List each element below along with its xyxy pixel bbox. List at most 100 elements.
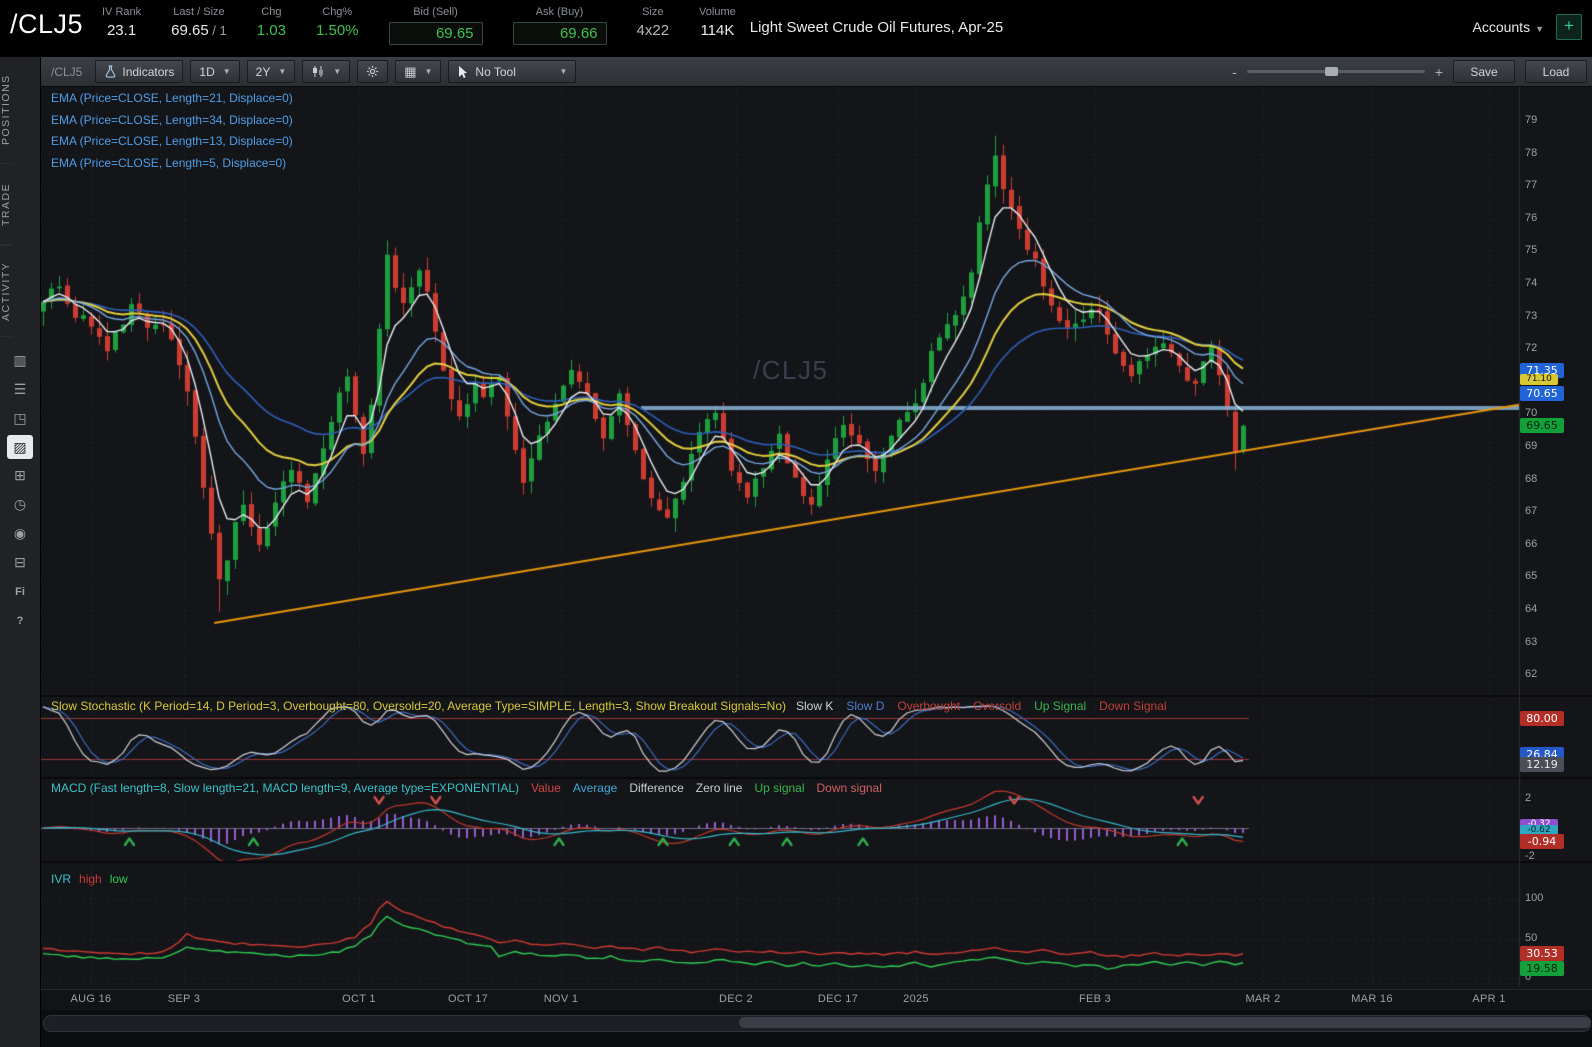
indicators-button[interactable]: Indicators [95, 60, 183, 83]
axis-badge: 80.00 [1520, 711, 1564, 726]
sidebar-tab-activity[interactable]: ACTIVITY [0, 245, 12, 337]
ivr-study-label: IVR [51, 872, 71, 886]
legend-item: Zero line [696, 781, 743, 795]
legend-item: low [110, 872, 128, 886]
legend-item: Difference [629, 781, 683, 795]
chart-scrollbar-thumb[interactable] [739, 1017, 1591, 1028]
stat-value: 1.03 [257, 22, 286, 39]
ivr-tick: 50 [1525, 932, 1537, 944]
sidebar-tab-trade[interactable]: TRADE [0, 164, 12, 245]
price-tick: 69 [1525, 440, 1537, 452]
stat-value: 1.50% [316, 22, 359, 39]
date-tick: DEC 2 [706, 993, 766, 1005]
save-button[interactable]: Save [1453, 60, 1515, 83]
history-clock-icon[interactable]: ◷ [0, 490, 40, 519]
chart-icon[interactable]: ▨ [7, 435, 33, 459]
contract-description: Light Sweet Crude Oil Futures, Apr-25 [750, 0, 1003, 36]
price-tick: 73 [1525, 310, 1537, 322]
ivr-label-row: IVR highlow [51, 872, 128, 886]
date-tick: MAR 16 [1342, 993, 1402, 1005]
layout-grid-dropdown[interactable]: ▦ ▼ [395, 60, 441, 83]
accounts-dropdown[interactable]: Accounts▼ [1472, 19, 1544, 35]
sidebar-tab-positions[interactable]: POSITIONS [0, 57, 12, 164]
product-cube-icon[interactable]: ◳ [0, 404, 40, 433]
trading-platform-window: /CLJ5 IV Rank23.1Last / Size69.65 / 1Chg… [0, 0, 1592, 1047]
zoom-in-button[interactable]: + [1435, 64, 1443, 80]
axis-badge: 19.58 [1520, 961, 1564, 976]
price-tick: 62 [1525, 668, 1537, 680]
chevron-down-icon: ▼ [424, 67, 432, 76]
legend-item: Down signal [817, 781, 882, 795]
axis-badge: 70.65 [1520, 386, 1564, 401]
timeframe-dropdown[interactable]: 1D▼ [190, 60, 239, 83]
chart-area[interactable]: /CLJ5 EMA (Price=CLOSE, Length=21, Displ… [41, 87, 1592, 989]
date-tick: NOV 1 [531, 993, 591, 1005]
chart-settings-button[interactable] [357, 60, 388, 83]
date-tick: DEC 17 [808, 993, 868, 1005]
axis-badge: -0.94 [1520, 834, 1564, 849]
stat-value: 114K [700, 22, 734, 39]
axis-badge: 69.65 [1520, 418, 1564, 433]
chart-type-dropdown[interactable]: ▼ [302, 60, 350, 83]
chart-symbol-label: /CLJ5 [51, 65, 82, 79]
quote-stat: Last / Size 69.65 / 1 [171, 6, 227, 45]
quote-board-icon[interactable]: ▥ [0, 346, 40, 375]
watchlist-icon[interactable]: ☰ [0, 375, 40, 404]
zoom-out-button[interactable]: - [1232, 64, 1237, 80]
candlestick-chart-icon [311, 65, 325, 78]
sidebar-icons: ▥☰◳▨⊞◷◉⊟Fi? [0, 346, 40, 635]
stat-label: IV Rank [102, 6, 141, 18]
gear-icon [366, 65, 379, 78]
load-button[interactable]: Load [1525, 60, 1587, 83]
stat-value: 23.1 [107, 22, 136, 39]
price-tick: 67 [1525, 505, 1537, 517]
help-icon[interactable]: ? [0, 606, 40, 635]
flask-icon [104, 65, 117, 78]
stat-value[interactable]: 69.65 [389, 22, 483, 45]
stat-value: 69.65 / 1 [171, 22, 227, 39]
macd-tick: -2 [1525, 850, 1535, 862]
price-tick: 68 [1525, 473, 1537, 485]
header-right: Accounts▼ + [1472, 0, 1592, 40]
legend-item: Up signal [754, 781, 804, 795]
chart-module: /CLJ5 Indicators 1D▼ 2Y▼ ▼ ▦ ▼ [41, 57, 1592, 1047]
chart-scrollbar-track[interactable] [43, 1015, 1591, 1032]
add-symbol-button[interactable]: + [1556, 14, 1582, 40]
quote-stat: Size4x22 [637, 6, 670, 45]
price-tick: 77 [1525, 179, 1537, 191]
legend-item: Down Signal [1099, 699, 1166, 713]
price-tick: 64 [1525, 603, 1537, 615]
legend-item: Slow D [846, 699, 884, 713]
legend-item: Average [573, 781, 617, 795]
zoom-slider-thumb[interactable] [1325, 67, 1338, 76]
chart-toolbar: /CLJ5 Indicators 1D▼ 2Y▼ ▼ ▦ ▼ [41, 57, 1592, 87]
date-tick: AUG 16 [61, 993, 121, 1005]
legend-item: Up Signal [1034, 699, 1086, 713]
ema-study-label: EMA (Price=CLOSE, Length=5, Displace=0) [51, 156, 286, 170]
macd-tick: 2 [1525, 792, 1531, 804]
follow-feed-icon[interactable]: ◉ [0, 519, 40, 548]
legend-item: high [79, 872, 102, 886]
legend-item: Value [531, 781, 561, 795]
cursor-icon [457, 65, 469, 79]
stat-label: Bid (Sell) [413, 6, 458, 18]
quote-header: /CLJ5 IV Rank23.1Last / Size69.65 / 1Chg… [0, 0, 1592, 57]
drawing-tool-dropdown[interactable]: No Tool ▼ [448, 60, 576, 83]
date-tick: 2025 [886, 993, 946, 1005]
dashboard-grid-icon[interactable]: ⊞ [0, 461, 40, 490]
range-dropdown[interactable]: 2Y▼ [247, 60, 296, 83]
fundamentals-icon[interactable]: Fi [0, 577, 40, 606]
stat-value[interactable]: 69.66 [513, 22, 607, 45]
stat-label: Last / Size [173, 6, 224, 18]
price-tick: 75 [1525, 244, 1537, 256]
chevron-down-icon: ▼ [223, 67, 231, 76]
left-sidebar: POSITIONSTRADEACTIVITY ▥☰◳▨⊞◷◉⊟Fi? [0, 57, 41, 1047]
archive-tray-icon[interactable]: ⊟ [0, 548, 40, 577]
price-chart-canvas[interactable] [41, 87, 1592, 989]
zoom-slider[interactable] [1247, 70, 1425, 73]
chevron-down-icon: ▼ [559, 67, 567, 76]
ema-study-label: EMA (Price=CLOSE, Length=21, Displace=0) [51, 91, 293, 105]
price-tick: 72 [1525, 342, 1537, 354]
price-tick: 63 [1525, 636, 1537, 648]
stat-label: Volume [699, 6, 736, 18]
